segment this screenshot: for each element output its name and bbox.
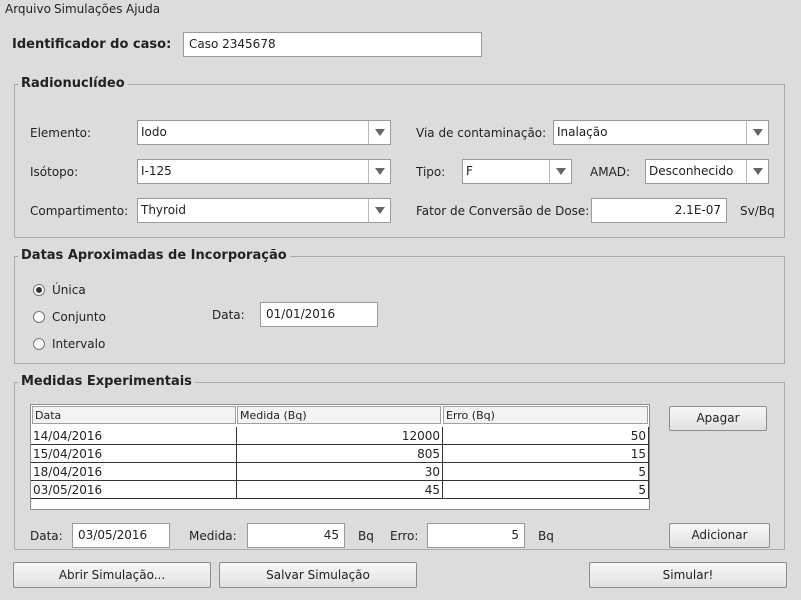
radio-unica-label: Única	[52, 283, 86, 297]
measure-unit: Bq	[358, 529, 374, 543]
chevron-down-icon[interactable]	[368, 199, 390, 222]
col-header-medida[interactable]: Medida (Bq)	[237, 406, 441, 424]
error-label: Erro:	[390, 529, 419, 543]
error-unit: Bq	[538, 529, 554, 543]
menu-simulacoes[interactable]: Simulações	[54, 2, 123, 16]
measurements-title: Medidas Experimentais	[18, 374, 195, 389]
measure-input[interactable]: 45	[247, 523, 345, 548]
menu-ajuda[interactable]: Ajuda	[126, 2, 160, 16]
compartment-select[interactable]: Thyroid	[137, 198, 391, 223]
cell-date: 15/04/2016	[31, 445, 237, 463]
chevron-down-icon[interactable]	[368, 160, 390, 183]
amad-label: AMAD:	[590, 165, 631, 179]
type-value: F	[466, 164, 473, 178]
element-value: Iodo	[141, 125, 167, 139]
cell-measure: 30	[237, 463, 443, 481]
error-input[interactable]: 5	[427, 523, 525, 548]
radio-intervalo-label: Intervalo	[52, 337, 106, 351]
cell-error: 5	[443, 463, 649, 481]
case-id-label: Identificador do caso:	[12, 37, 172, 52]
compartment-value: Thyroid	[141, 203, 186, 217]
isotope-select[interactable]: I-125	[137, 159, 391, 184]
table-row[interactable]: 18/04/2016 30 5	[31, 463, 649, 481]
incorporation-date-label: Data:	[212, 308, 245, 322]
cell-date: 03/05/2016	[31, 481, 237, 499]
dates-title: Datas Aproximadas de Incorporação	[18, 248, 290, 263]
route-label: Via de contaminação:	[416, 126, 547, 140]
isotope-value: I-125	[141, 164, 172, 178]
add-button[interactable]: Adicionar	[669, 523, 770, 548]
chevron-down-icon[interactable]	[746, 160, 768, 183]
radio-conjunto-label: Conjunto	[52, 310, 106, 324]
route-select[interactable]: Inalação	[553, 120, 769, 145]
simulate-button[interactable]: Simular!	[589, 562, 787, 588]
measure-label: Medida:	[189, 529, 237, 543]
measure-date-input[interactable]: 03/05/2016	[72, 523, 170, 548]
element-select[interactable]: Iodo	[137, 120, 391, 145]
radio-unica[interactable]	[33, 284, 45, 296]
table-row[interactable]: 15/04/2016 805 15	[31, 445, 649, 463]
col-header-erro[interactable]: Erro (Bq)	[443, 406, 648, 424]
case-id-input[interactable]: Caso 2345678	[183, 32, 482, 57]
cell-date: 14/04/2016	[31, 427, 237, 445]
chevron-down-icon[interactable]	[368, 121, 390, 144]
amad-select[interactable]: Desconhecido	[645, 159, 769, 184]
chevron-down-icon[interactable]	[549, 160, 571, 183]
element-label: Elemento:	[30, 126, 92, 140]
col-header-data[interactable]: Data	[32, 406, 236, 424]
open-simulation-button[interactable]: Abrir Simulação...	[13, 562, 211, 588]
type-select[interactable]: F	[462, 159, 572, 184]
measure-date-label: Data:	[30, 529, 63, 543]
dcf-unit: Sv/Bq	[740, 204, 775, 218]
chevron-down-icon[interactable]	[746, 121, 768, 144]
table-row[interactable]: 03/05/2016 45 5	[31, 481, 649, 499]
dcf-input[interactable]: 2.1E-07	[591, 198, 727, 223]
cell-measure: 45	[237, 481, 443, 499]
menu-arquivo[interactable]: Arquivo	[5, 2, 51, 16]
cell-measure: 12000	[237, 427, 443, 445]
compartment-label: Compartimento:	[30, 204, 129, 218]
delete-button[interactable]: Apagar	[669, 406, 767, 431]
cell-measure: 805	[237, 445, 443, 463]
measurements-table[interactable]: Data Medida (Bq) Erro (Bq) 14/04/2016 12…	[30, 404, 650, 510]
save-simulation-button[interactable]: Salvar Simulação	[219, 562, 417, 588]
amad-value: Desconhecido	[649, 164, 734, 178]
menu-bar: Arquivo Simulações Ajuda	[0, 0, 801, 20]
radionuclide-title: Radionuclídeo	[18, 76, 128, 91]
incorporation-date-input[interactable]: 01/01/2016	[260, 302, 378, 327]
dates-group	[14, 256, 785, 364]
radio-intervalo[interactable]	[33, 338, 45, 350]
radio-conjunto[interactable]	[33, 311, 45, 323]
isotope-label: Isótopo:	[30, 165, 79, 179]
cell-error: 50	[443, 427, 649, 445]
cell-date: 18/04/2016	[31, 463, 237, 481]
route-value: Inalação	[557, 125, 608, 139]
cell-error: 5	[443, 481, 649, 499]
cell-error: 15	[443, 445, 649, 463]
type-label: Tipo:	[416, 165, 446, 179]
dcf-label: Fator de Conversão de Dose:	[416, 204, 590, 218]
table-row[interactable]: 14/04/2016 12000 50	[31, 427, 649, 445]
